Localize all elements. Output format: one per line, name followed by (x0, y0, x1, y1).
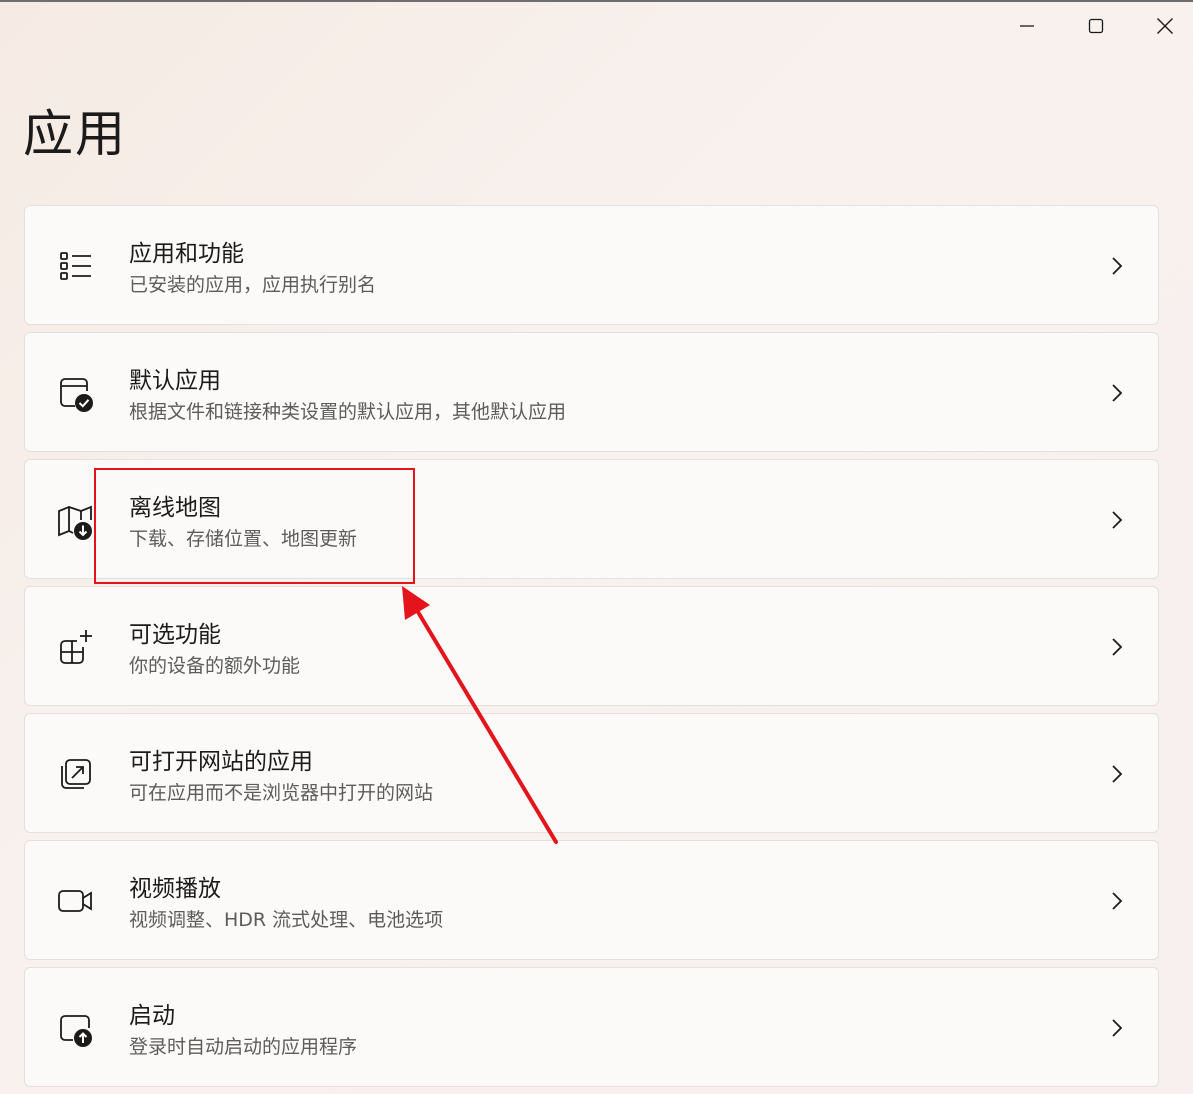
chevron-right-icon (1110, 1016, 1124, 1040)
settings-list: 应用和功能 已安装的应用，应用执行别名 默认应用 根据文件和链接种类设置的默认应… (24, 205, 1159, 1094)
chevron-right-icon (1110, 508, 1124, 532)
minimize-button[interactable] (998, 4, 1056, 48)
page-title: 应用 (23, 105, 127, 163)
default-apps-item[interactable]: 默认应用 根据文件和链接种类设置的默认应用，其他默认应用 (24, 332, 1159, 452)
maximize-icon (1088, 18, 1104, 34)
item-title: 离线地图 (129, 495, 221, 521)
item-title: 默认应用 (129, 368, 221, 394)
open-website-icon (55, 754, 95, 794)
item-title: 可选功能 (129, 622, 221, 648)
list-icon (55, 246, 95, 286)
default-apps-icon (55, 373, 95, 413)
chevron-right-icon (1110, 889, 1124, 913)
apps-for-websites-item[interactable]: 可打开网站的应用 可在应用而不是浏览器中打开的网站 (24, 713, 1159, 833)
item-title: 启动 (129, 1003, 175, 1029)
close-button[interactable] (1136, 4, 1193, 48)
item-subtitle: 已安装的应用，应用执行别名 (129, 274, 377, 296)
video-playback-item[interactable]: 视频播放 视频调整、HDR 流式处理、电池选项 (24, 840, 1159, 960)
chevron-right-icon (1110, 635, 1124, 659)
startup-item[interactable]: 启动 登录时自动启动的应用程序 (24, 967, 1159, 1087)
apps-and-features-item[interactable]: 应用和功能 已安装的应用，应用执行别名 (24, 205, 1159, 325)
item-subtitle: 你的设备的额外功能 (129, 655, 301, 677)
chevron-right-icon (1110, 254, 1124, 278)
chevron-right-icon (1110, 381, 1124, 405)
optional-features-icon (55, 627, 95, 667)
offline-map-icon (55, 500, 95, 540)
item-title: 应用和功能 (129, 241, 244, 267)
startup-icon (55, 1008, 95, 1048)
item-title: 可打开网站的应用 (129, 749, 313, 775)
item-subtitle: 登录时自动启动的应用程序 (129, 1036, 358, 1058)
item-title: 视频播放 (129, 876, 221, 902)
minimize-icon (1020, 25, 1034, 27)
item-subtitle: 视频调整、HDR 流式处理、电池选项 (129, 909, 444, 931)
optional-features-item[interactable]: 可选功能 你的设备的额外功能 (24, 586, 1159, 706)
item-subtitle: 下载、存储位置、地图更新 (129, 528, 358, 550)
video-camera-icon (55, 881, 95, 921)
item-subtitle: 根据文件和链接种类设置的默认应用，其他默认应用 (129, 401, 567, 423)
chevron-right-icon (1110, 762, 1124, 786)
window-top-border (0, 0, 1193, 2)
item-subtitle: 可在应用而不是浏览器中打开的网站 (129, 782, 434, 804)
maximize-button[interactable] (1067, 4, 1125, 48)
close-icon (1157, 18, 1173, 34)
offline-maps-item[interactable]: 离线地图 下载、存储位置、地图更新 (24, 459, 1159, 579)
